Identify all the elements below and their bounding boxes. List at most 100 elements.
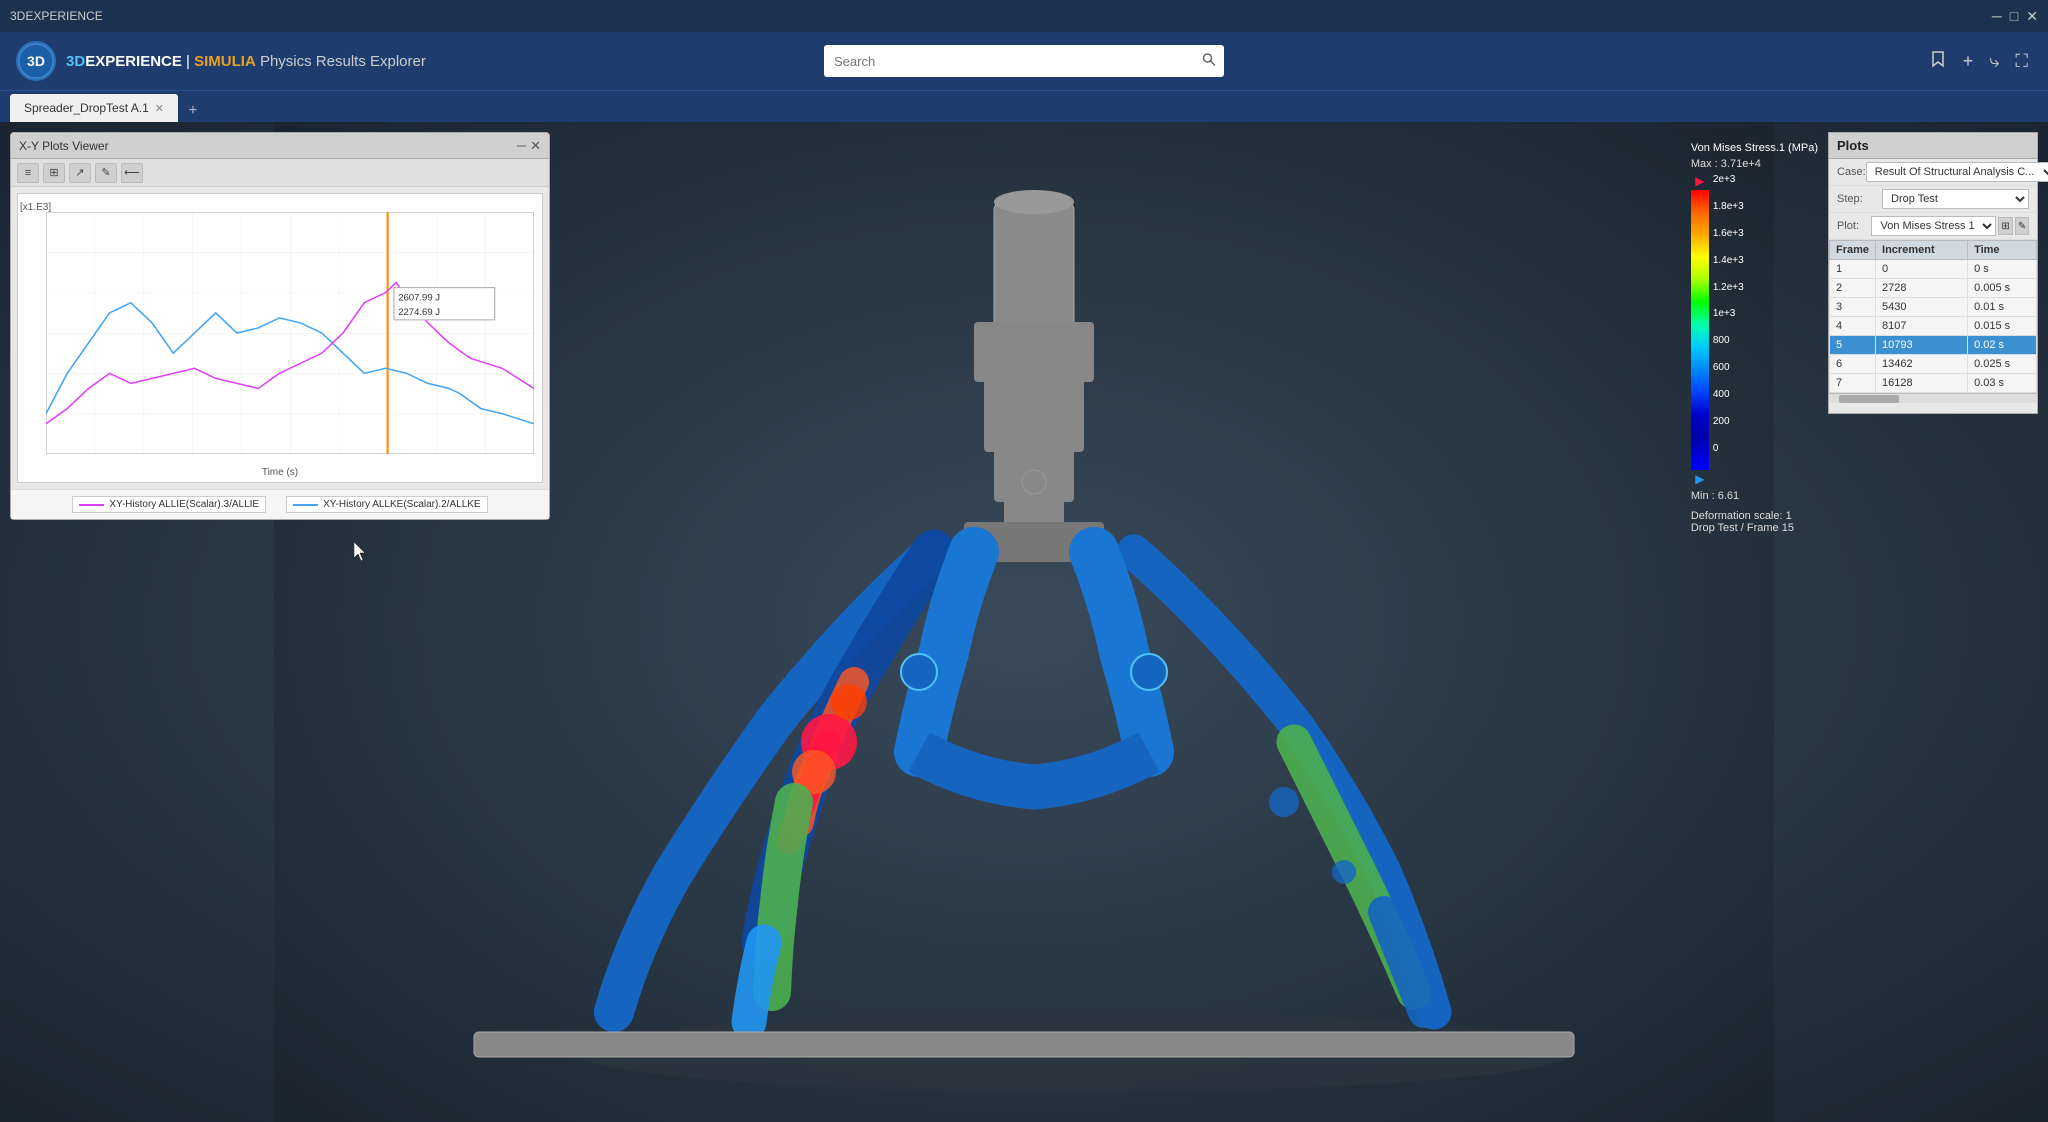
main-content: X-Y Plots Viewer ─ ✕ ≡ ⊞ ↗ ✎ ⟵ [x1.E3] [0, 122, 2048, 1122]
svg-text:2607.99 J: 2607.99 J [398, 293, 440, 303]
chart-area[interactable]: [x1.E3] 5.0 4.0 3.0 2.0 1.0 0.0 [17, 193, 543, 483]
toolbar-menu-button[interactable]: ≡ [17, 163, 39, 183]
step-label: Step: [1837, 193, 1882, 205]
plot-label: Plot: [1837, 220, 1871, 232]
chart-legend: XY-History ALLIE(Scalar).3/ALLIE XY-Hist… [11, 489, 549, 519]
table-body: 1 0 0 s 2 2728 0.005 s 3 5430 0.01 s 4 8… [1830, 260, 2037, 393]
table-cell-increment: 16128 [1876, 374, 1968, 393]
table-cell-increment: 8107 [1876, 317, 1968, 336]
table-cell-time: 0.025 s [1968, 355, 2037, 374]
table-cell-frame: 3 [1830, 298, 1876, 317]
table-row[interactable]: 5 10793 0.02 s [1830, 336, 2037, 355]
color-scale-min: Min : 6.61 [1691, 490, 1818, 502]
color-scale-label: 1.8e+3 [1713, 201, 1744, 212]
color-scale-label: 1.6e+3 [1713, 228, 1744, 239]
table-header-increment: Increment [1876, 241, 1968, 260]
tab-label: Spreader_DropTest A.1 [24, 101, 149, 115]
tabbar: Spreader_DropTest A.1 ✕ + [0, 90, 2048, 122]
tab-spreader-droptest[interactable]: Spreader_DropTest A.1 ✕ [10, 94, 178, 122]
table-cell-time: 0.005 s [1968, 279, 2037, 298]
svg-text:3D: 3D [27, 53, 45, 69]
xy-plots-close-button[interactable]: ✕ [530, 138, 541, 154]
table-header-frame: Frame [1830, 241, 1876, 260]
plot-select[interactable]: Von Mises Stress 1 [1871, 216, 1996, 236]
table-row[interactable]: 1 0 0 s [1830, 260, 2037, 279]
color-scale-label: 1.4e+3 [1713, 255, 1744, 266]
color-scale-label: 800 [1713, 335, 1744, 346]
expand-view-button[interactable]: ⛶ [2015, 51, 2028, 72]
toolbar-back-button[interactable]: ⟵ [121, 163, 143, 183]
table-cell-increment: 0 [1876, 260, 1968, 279]
legend-item-allie: XY-History ALLIE(Scalar).3/ALLIE [72, 496, 266, 513]
table-cell-time: 0.01 s [1968, 298, 2037, 317]
forward-button[interactable]: ⤷ [1989, 51, 1999, 72]
tab-close-button[interactable]: ✕ [155, 102, 164, 115]
color-scale: Von Mises Stress.1 (MPa) Max : 3.71e+4 ▶… [1691, 142, 1818, 534]
step-row: Step: Drop Test [1829, 186, 2037, 213]
table-cell-frame: 6 [1830, 355, 1876, 374]
table-row[interactable]: 7 16128 0.03 s [1830, 374, 2037, 393]
table-row[interactable]: 3 5430 0.01 s [1830, 298, 2037, 317]
table-cell-time: 0.03 s [1968, 374, 2037, 393]
frame-info: Drop Test / Frame 15 [1691, 522, 1818, 534]
search-icon [1202, 53, 1216, 70]
color-scale-bottom-arrow: ▶ [1695, 472, 1704, 486]
search-bar [824, 45, 1224, 77]
svg-text:2274.69 J: 2274.69 J [398, 307, 440, 317]
add-button[interactable]: + [1963, 51, 1974, 72]
new-tab-button[interactable]: + [182, 100, 204, 122]
color-scale-label: 400 [1713, 389, 1744, 400]
toolbar-zoom-button[interactable]: ↗ [69, 163, 91, 183]
table-cell-time: 0.02 s [1968, 336, 2037, 355]
table-cell-increment: 2728 [1876, 279, 1968, 298]
table-cell-increment: 13462 [1876, 355, 1968, 374]
titlebar-text: 3DEXPERIENCE [10, 9, 103, 23]
table-cell-time: 0 s [1968, 260, 2037, 279]
table-row[interactable]: 2 2728 0.005 s [1830, 279, 2037, 298]
table-row[interactable]: 4 8107 0.015 s [1830, 317, 2037, 336]
topbar-right: + ⤷ ⛶ [1929, 50, 2028, 73]
search-input[interactable] [824, 45, 1224, 77]
chart-svg: 5.0 4.0 3.0 2.0 1.0 0.0 0.00 0.02 0.04 0… [46, 212, 534, 454]
legend-item-allke: XY-History ALLKE(Scalar).2/ALLKE [286, 496, 487, 513]
table-cell-frame: 7 [1830, 374, 1876, 393]
color-scale-label: 1e+3 [1713, 308, 1744, 319]
legend-line-allie [79, 504, 104, 506]
plots-table-container[interactable]: Frame Increment Time 1 0 0 s 2 2728 0.00… [1829, 240, 2037, 393]
xy-plots-title: X-Y Plots Viewer [19, 139, 517, 153]
plots-panel: Plots Case: Result Of Structural Analysi… [1828, 132, 2038, 414]
chart-x-axis-label: Time (s) [262, 467, 298, 478]
brand-text: 3DEXPERIENCE | SIMULIA Physics Results E… [66, 53, 426, 70]
color-scale-bar-container: ▶ ▶ 2e+31.8e+31.6e+31.4e+31.2e+31e+38006… [1691, 174, 1818, 486]
color-scale-max: Max : 3.71e+4 [1691, 158, 1818, 170]
color-scale-top-arrow: ▶ [1695, 174, 1704, 188]
logo-icon: 3D [16, 41, 56, 81]
plot-row: Plot: Von Mises Stress 1 ⊞ ✎ [1829, 213, 2037, 240]
table-cell-frame: 5 [1830, 336, 1876, 355]
table-cell-frame: 2 [1830, 279, 1876, 298]
toolbar-edit-button[interactable]: ✎ [95, 163, 117, 183]
step-select[interactable]: Drop Test [1882, 189, 2029, 209]
logo-area: 3D 3DEXPERIENCE | SIMULIA Physics Result… [16, 41, 426, 81]
topbar: 3D 3DEXPERIENCE | SIMULIA Physics Result… [0, 32, 2048, 90]
legend-label-allke: XY-History ALLKE(Scalar).2/ALLKE [323, 499, 480, 510]
deformation-scale: Deformation scale: 1 [1691, 510, 1818, 522]
table-row[interactable]: 6 13462 0.025 s [1830, 355, 2037, 374]
toolbar-grid-button[interactable]: ⊞ [43, 163, 65, 183]
bookmark-icon[interactable] [1929, 50, 1947, 73]
plot-icon-btn-1[interactable]: ⊞ [1998, 217, 2012, 235]
table-cell-increment: 10793 [1876, 336, 1968, 355]
minimize-button[interactable]: ─ [1992, 8, 2002, 25]
maximize-button[interactable]: □ [2010, 8, 2018, 25]
xy-plots-minimize-button[interactable]: ─ [517, 138, 526, 154]
case-select[interactable]: Result Of Structural Analysis C... [1866, 162, 2048, 182]
table-horizontal-scrollbar[interactable] [1829, 393, 2037, 403]
color-scale-labels: 2e+31.8e+31.6e+31.4e+31.2e+31e+380060040… [1713, 174, 1744, 454]
table-hscroll-thumb[interactable] [1839, 395, 1899, 403]
color-scale-label: 200 [1713, 416, 1744, 427]
plot-icon-btn-2[interactable]: ✎ [2015, 217, 2029, 235]
close-button[interactable]: ✕ [2026, 8, 2038, 25]
table-cell-increment: 5430 [1876, 298, 1968, 317]
xy-plots-titlebar: X-Y Plots Viewer ─ ✕ [11, 133, 549, 159]
table-header-time: Time [1968, 241, 2037, 260]
